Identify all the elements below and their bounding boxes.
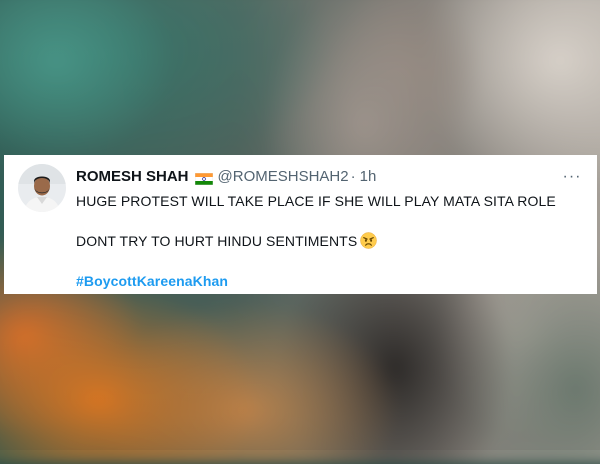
user-handle[interactable]: @ROMESHSHAH2	[218, 167, 349, 187]
tweet-text: HUGE PROTEST WILL TAKE PLACE IF SHE WILL…	[76, 191, 585, 291]
tweet-header: ROMESH SHAH @ROMESHSHAH2 · 1h	[76, 167, 585, 187]
angry-face-icon	[360, 232, 378, 249]
display-name[interactable]: ROMESH SHAH	[76, 167, 189, 187]
tweet-line-2: DONT TRY TO HURT HINDU SENTIMENTS	[76, 231, 585, 251]
timestamp[interactable]: 1h	[360, 167, 377, 187]
more-options-icon[interactable]: ···	[559, 167, 585, 187]
hashtag-link[interactable]: #BoycottKareenaKhan	[76, 273, 228, 289]
tweet-line-2-text: DONT TRY TO HURT HINDU SENTIMENTS	[76, 233, 358, 249]
avatar[interactable]	[18, 164, 66, 212]
user-avatar-icon	[18, 164, 66, 212]
tweet-card[interactable]: ROMESH SHAH @ROMESHSHAH2 · 1h HUGE PROTE…	[4, 155, 597, 294]
tweet-line-1: HUGE PROTEST WILL TAKE PLACE IF SHE WILL…	[76, 193, 556, 209]
tweet-hashtag-line: #BoycottKareenaKhan	[76, 271, 585, 291]
india-flag-icon	[194, 171, 213, 186]
tweet-body: ROMESH SHAH @ROMESHSHAH2 · 1h HUGE PROTE…	[76, 167, 585, 291]
separator-dot: ·	[350, 168, 356, 185]
